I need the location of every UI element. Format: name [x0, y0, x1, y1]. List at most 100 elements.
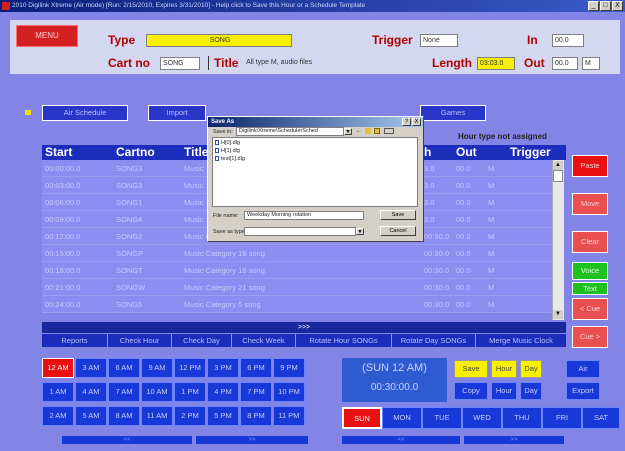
file-item[interactable]: test[1].dlg [215, 156, 245, 162]
type-field[interactable]: SONG [146, 34, 292, 47]
save-type-dropdown-icon[interactable]: ▼ [356, 228, 364, 235]
save-in-select[interactable]: Digilink\Xtreme\SchedulerSched [236, 127, 344, 136]
hour-1am-button[interactable]: 1 AM [42, 382, 74, 402]
save-button[interactable]: Save [454, 360, 488, 378]
table-row[interactable]: 00:15:00.0 SONGP Music Category 16 song … [42, 245, 552, 262]
hour-3pm-button[interactable]: 3 PM [207, 358, 239, 378]
more-bar[interactable]: >>> [42, 322, 566, 333]
tab-check-day[interactable]: Check Day [172, 334, 232, 347]
file-list[interactable] [212, 137, 418, 207]
length-field[interactable]: 03:03.0 [477, 57, 515, 70]
view-menu-icon[interactable] [384, 128, 394, 134]
copy-hour-button[interactable]: Hour [491, 382, 517, 400]
out-field[interactable]: 00.0 [552, 57, 578, 70]
cue-prev-button[interactable]: < Cue [572, 298, 608, 320]
day-page-next[interactable]: >> [464, 436, 564, 444]
tab-reports[interactable]: Reports [42, 334, 108, 347]
hour-8am-button[interactable]: 8 AM [108, 406, 140, 426]
hour-10am-button[interactable]: 10 AM [141, 382, 173, 402]
save-in-dropdown-icon[interactable]: ▼ [344, 128, 352, 135]
day-fri-button[interactable]: FRI [542, 407, 582, 429]
title-field[interactable]: All type M, audio files [244, 57, 394, 70]
hour-12am-button[interactable]: 12 AM [42, 358, 74, 378]
hour-3am-button[interactable]: 3 AM [75, 358, 107, 378]
dialog-close-button[interactable]: X [412, 118, 421, 126]
export-button[interactable]: Export [566, 382, 600, 400]
file-name-input[interactable]: Weekday Morning rotation [244, 211, 364, 220]
file-item[interactable]: H[1].dlg [215, 148, 240, 154]
hour-8pm-button[interactable]: 8 PM [240, 406, 272, 426]
scroll-up-arrow-icon[interactable]: ▲ [553, 161, 563, 170]
hour-6am-button[interactable]: 6 AM [108, 358, 140, 378]
day-page-prev[interactable]: << [342, 436, 460, 444]
paste-button[interactable]: Paste [572, 155, 608, 177]
hour-page-prev[interactable]: << [62, 436, 192, 444]
tab-check-hour[interactable]: Check Hour [108, 334, 172, 347]
import-button[interactable]: Import [148, 105, 206, 121]
tab-check-week[interactable]: Check Week [232, 334, 296, 347]
save-day-button[interactable]: Day [520, 360, 542, 378]
copy-button[interactable]: Copy [454, 382, 488, 400]
hour-4pm-button[interactable]: 4 PM [207, 382, 239, 402]
scroll-down-arrow-icon[interactable]: ▼ [553, 310, 563, 319]
hour-11am-button[interactable]: 11 AM [141, 406, 173, 426]
hour-6pm-button[interactable]: 6 PM [240, 358, 272, 378]
tab-rotate-hour[interactable]: Rotate Hour SONGs [296, 334, 392, 347]
table-row[interactable]: 00:24:00.0 SONG5 Music Category 5 song 0… [42, 296, 552, 313]
maximize-button[interactable]: □ [600, 1, 611, 11]
minimize-button[interactable]: _ [588, 1, 599, 11]
dialog-save-button[interactable]: Save [380, 210, 416, 220]
hour-7am-button[interactable]: 7 AM [108, 382, 140, 402]
table-row[interactable]: 00:21:00.0 SONGW Music Category 21 song … [42, 279, 552, 296]
dialog-cancel-button[interactable]: Cancel [380, 226, 416, 236]
hour-11pm-button[interactable]: 11 PM [273, 406, 305, 426]
tab-merge-music-clock[interactable]: Merge Music Clock [476, 334, 566, 347]
up-folder-icon[interactable] [365, 128, 371, 134]
cart-no-field[interactable]: SONG [160, 57, 200, 70]
trigger-field[interactable]: None [420, 34, 458, 47]
table-row[interactable]: 00:18:00.0 SONGT Music Category 19 song … [42, 262, 552, 279]
day-thu-button[interactable]: THU [502, 407, 542, 429]
file-item[interactable]: H[0].dlg [215, 140, 240, 146]
day-wed-button[interactable]: WED [462, 407, 502, 429]
cue-next-button[interactable]: Cue > [572, 326, 608, 348]
voice-button[interactable]: Voice [572, 262, 608, 280]
col-out[interactable]: Out [456, 145, 477, 160]
hour-9am-button[interactable]: 9 AM [141, 358, 173, 378]
save-type-select[interactable] [244, 227, 356, 236]
col-length[interactable]: h [424, 145, 431, 160]
games-button[interactable]: Games [420, 105, 486, 121]
day-sun-button[interactable]: SUN [342, 407, 382, 429]
hour-7pm-button[interactable]: 7 PM [240, 382, 272, 402]
hour-4am-button[interactable]: 4 AM [75, 382, 107, 402]
close-button[interactable]: X [612, 1, 623, 11]
copy-day-button[interactable]: Day [520, 382, 542, 400]
in-field[interactable]: 00.0 [552, 34, 584, 47]
clear-button[interactable]: Clear [572, 231, 608, 253]
air-schedule-button[interactable]: Air Schedule [42, 105, 128, 121]
col-title[interactable]: Title [184, 145, 208, 160]
out-marker-field[interactable]: M [582, 57, 600, 70]
menu-button[interactable]: MENU [16, 25, 78, 47]
hour-5am-button[interactable]: 5 AM [75, 406, 107, 426]
hour-2pm-button[interactable]: 2 PM [174, 406, 206, 426]
grid-scrollbar[interactable] [552, 160, 564, 320]
col-trigger[interactable]: Trigger [510, 145, 551, 160]
hour-2am-button[interactable]: 2 AM [42, 406, 74, 426]
scroll-thumb[interactable] [553, 170, 563, 182]
air-button[interactable]: Air [566, 360, 600, 378]
new-folder-icon[interactable] [374, 128, 380, 134]
hour-9pm-button[interactable]: 9 PM [273, 358, 305, 378]
back-icon[interactable]: ← [356, 128, 362, 134]
hour-10pm-button[interactable]: 10 PM [273, 382, 305, 402]
day-mon-button[interactable]: MON [382, 407, 422, 429]
text-button[interactable]: Text [572, 282, 608, 295]
tab-rotate-day[interactable]: Rotate Day SONGs [392, 334, 476, 347]
hour-page-next[interactable]: >> [196, 436, 308, 444]
move-button[interactable]: Move [572, 193, 608, 215]
col-start[interactable]: Start [45, 145, 72, 160]
hour-12pm-button[interactable]: 12 PM [174, 358, 206, 378]
hour-5pm-button[interactable]: 5 PM [207, 406, 239, 426]
hour-1pm-button[interactable]: 1 PM [174, 382, 206, 402]
col-cartno[interactable]: Cartno [116, 145, 155, 160]
